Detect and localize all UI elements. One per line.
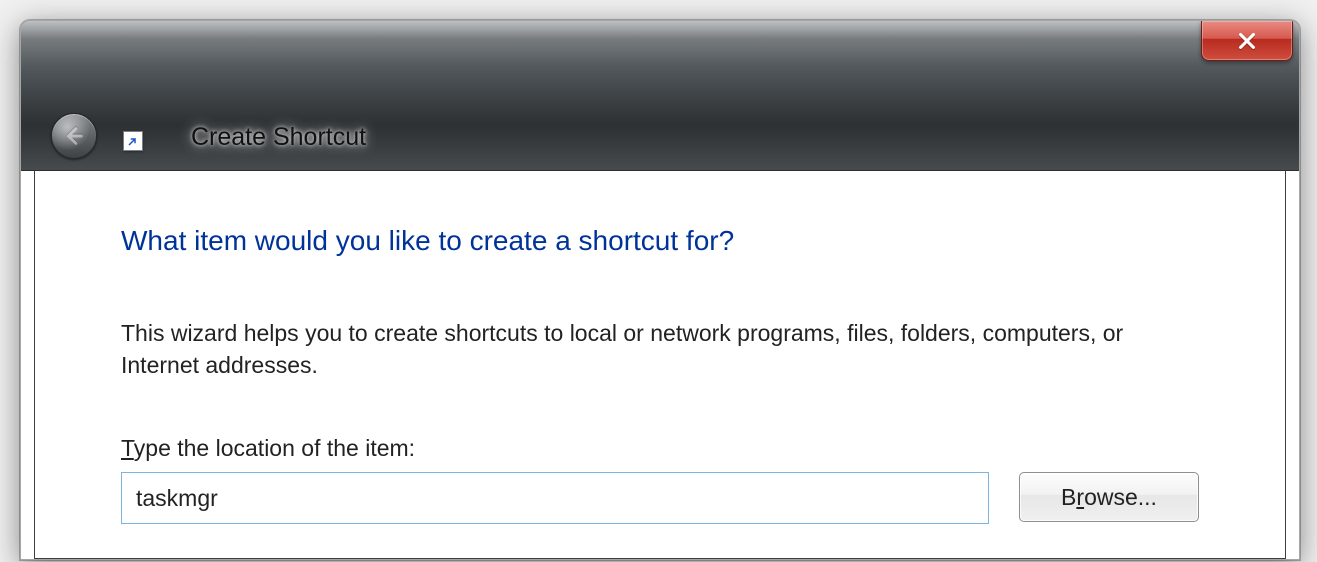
back-arrow-icon [63, 125, 85, 147]
shortcut-icon [123, 131, 143, 151]
browse-button[interactable]: Browse... [1019, 472, 1199, 522]
close-button[interactable] [1201, 21, 1293, 61]
close-icon [1236, 30, 1258, 52]
browse-label-rest: owse... [1084, 484, 1157, 510]
back-button[interactable] [51, 113, 97, 159]
wizard-body: What item would you like to create a sho… [34, 171, 1286, 559]
location-row: Browse... [121, 472, 1199, 524]
titlebar: Create Shortcut [21, 21, 1299, 171]
browse-label-pre: B [1061, 484, 1076, 510]
wizard-heading: What item would you like to create a sho… [121, 225, 1199, 257]
location-label: Type the location of the item: [121, 435, 1199, 462]
browse-label-accel: r [1076, 484, 1084, 510]
window-title: Create Shortcut [191, 123, 366, 152]
location-input[interactable] [121, 472, 989, 524]
location-label-accel: T [121, 435, 134, 461]
location-label-text: ype the location of the item: [134, 435, 415, 461]
wizard-description: This wizard helps you to create shortcut… [121, 317, 1199, 381]
create-shortcut-window: Create Shortcut What item would you like… [20, 20, 1300, 560]
